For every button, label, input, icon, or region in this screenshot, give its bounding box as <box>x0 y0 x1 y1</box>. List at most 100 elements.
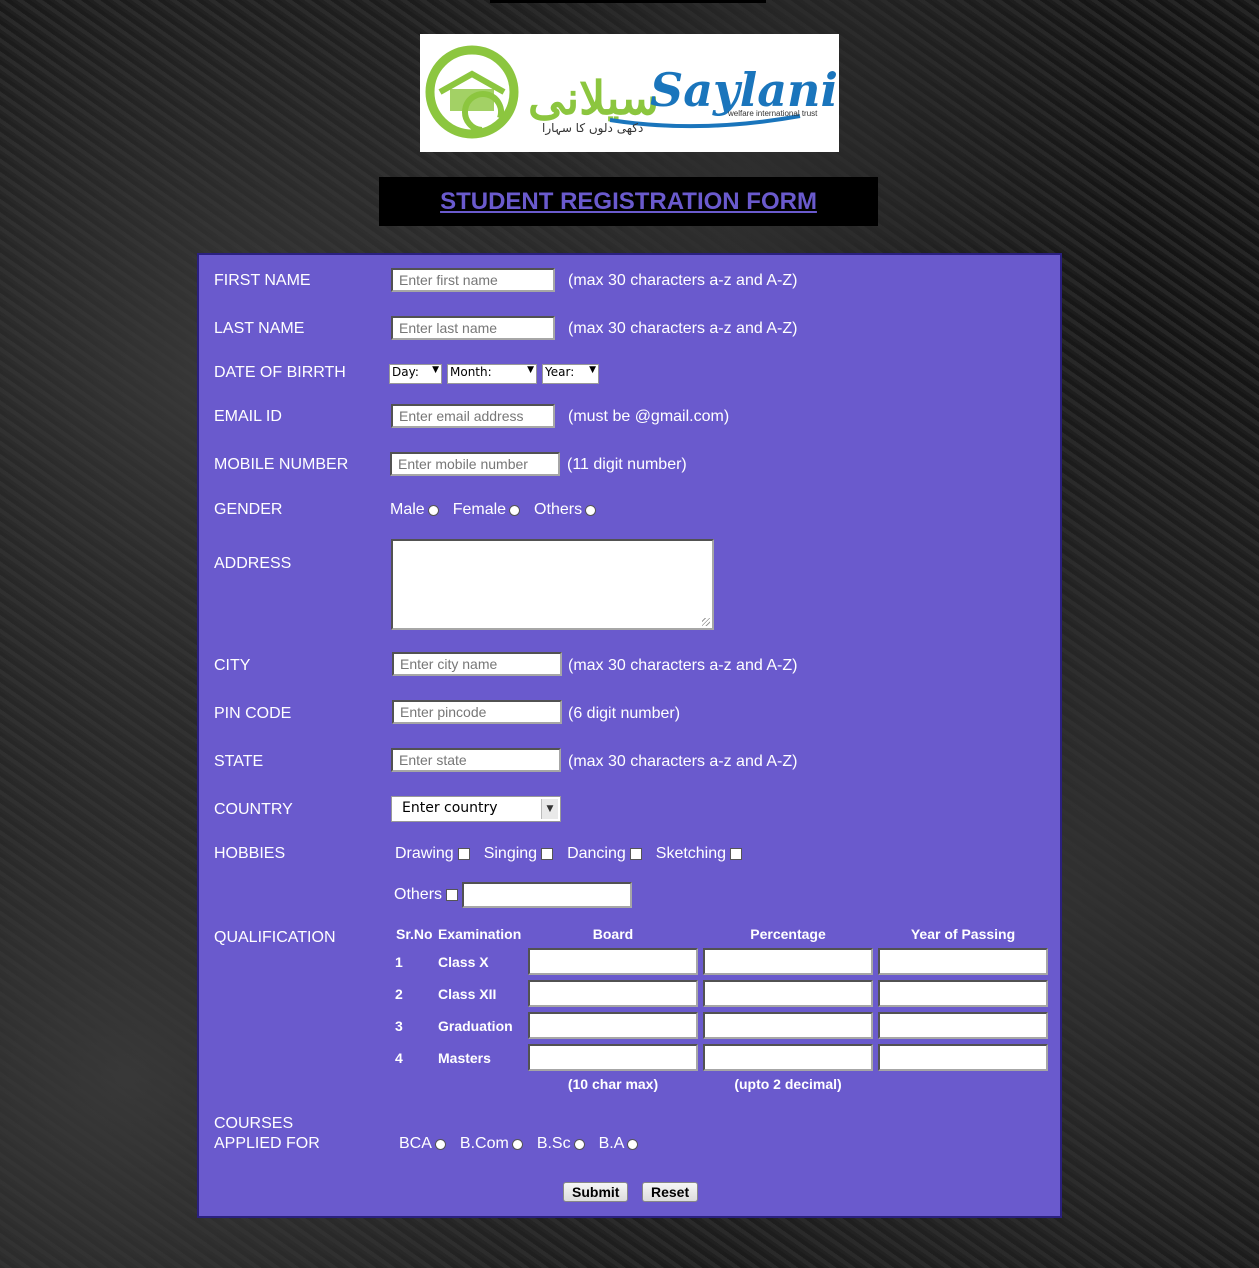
course-bca-label: BCA <box>399 1135 432 1152</box>
state-input[interactable] <box>391 748 561 772</box>
qual-header-srno: Sr.No <box>396 926 433 942</box>
year-select-value: Year: <box>545 365 575 379</box>
qual-row-1-sr: 1 <box>395 954 403 970</box>
qual-row-2-sr: 2 <box>395 986 403 1002</box>
hobby-dancing[interactable]: Dancing <box>567 845 642 863</box>
qual-row-3-exam: Graduation <box>438 1018 513 1034</box>
pincode-input[interactable] <box>392 700 562 724</box>
courses-label-line1: COURSES <box>214 1115 294 1132</box>
day-select[interactable]: Day: ▼ <box>389 364 442 384</box>
course-bsc-radio[interactable] <box>573 1138 585 1150</box>
city-input[interactable] <box>392 652 562 676</box>
qual-row-4-year[interactable] <box>878 1044 1048 1071</box>
first-name-hint: (max 30 characters a-z and A-Z) <box>568 272 798 289</box>
qual-row-2-percentage[interactable] <box>703 980 873 1007</box>
submit-button[interactable]: Submit <box>563 1182 629 1202</box>
course-bsc[interactable]: B.Sc <box>537 1135 585 1153</box>
svg-text:دکھی دلوں کا سہارا: دکھی دلوں کا سہارا <box>542 121 643 136</box>
qual-row-3-percentage[interactable] <box>703 1012 873 1039</box>
svg-text:welfare international trust: welfare international trust <box>727 109 818 118</box>
hobby-others[interactable]: Others <box>394 886 459 904</box>
month-select[interactable]: Month: ▼ <box>447 364 537 384</box>
qual-row-1-exam: Class X <box>438 954 489 970</box>
course-bsc-label: B.Sc <box>536 1135 571 1152</box>
hobby-sketching[interactable]: Sketching <box>655 845 743 863</box>
pincode-hint: (6 digit number) <box>568 705 681 722</box>
mobile-input[interactable] <box>390 452 560 476</box>
gender-male-label: Male <box>390 501 425 518</box>
reset-button[interactable]: Reset <box>642 1182 699 1202</box>
hobby-singing-checkbox[interactable] <box>541 848 554 860</box>
hobby-singing[interactable]: Singing <box>483 845 554 863</box>
course-bcom-radio[interactable] <box>511 1138 523 1150</box>
dob-label: DATE OF BIRRTH <box>214 364 346 381</box>
qual-row-4-exam: Masters <box>438 1050 491 1066</box>
city-hint: (max 30 characters a-z and A-Z) <box>568 657 798 674</box>
courses-options: BCA B.Com B.Sc B.A <box>399 1135 652 1153</box>
hobby-sketching-label: Sketching <box>655 845 727 862</box>
hobby-drawing-checkbox[interactable] <box>457 848 470 860</box>
course-ba-radio[interactable] <box>627 1138 639 1150</box>
qual-header-percentage: Percentage <box>750 926 826 942</box>
address-textarea[interactable] <box>391 539 714 630</box>
courses-label-line2: APPLIED FOR <box>214 1135 320 1152</box>
mobile-label: MOBILE NUMBER <box>214 456 349 473</box>
city-label: CITY <box>214 657 251 674</box>
course-ba[interactable]: B.A <box>599 1135 639 1153</box>
chevron-down-icon: ▼ <box>527 365 534 375</box>
resize-grip-icon[interactable] <box>702 618 710 626</box>
qual-row-1-year[interactable] <box>878 948 1048 975</box>
hobby-singing-label: Singing <box>483 845 538 862</box>
qual-row-2-board[interactable] <box>528 980 698 1007</box>
last-name-input[interactable] <box>391 316 555 340</box>
year-select[interactable]: Year: ▼ <box>542 364 599 384</box>
hobby-dancing-checkbox[interactable] <box>629 848 642 860</box>
qual-row-4-percentage[interactable] <box>703 1044 873 1071</box>
country-label: COUNTRY <box>214 801 293 818</box>
qual-row-1-board[interactable] <box>528 948 698 975</box>
email-label: EMAIL ID <box>214 408 282 425</box>
gender-male[interactable]: Male <box>390 501 439 519</box>
qual-header-year: Year of Passing <box>910 926 1016 942</box>
hobby-others-input[interactable] <box>462 882 632 908</box>
chevron-down-icon: ▼ <box>589 365 596 375</box>
qual-row-1-percentage[interactable] <box>703 948 873 975</box>
state-label: STATE <box>214 753 264 770</box>
chevron-down-icon[interactable]: ▼ <box>541 799 558 819</box>
course-ba-label: B.A <box>598 1135 625 1152</box>
gender-others-radio[interactable] <box>585 504 597 516</box>
qual-row-3-year[interactable] <box>878 1012 1048 1039</box>
last-name-label: LAST NAME <box>214 320 305 337</box>
address-label: ADDRESS <box>214 555 292 572</box>
last-name-hint: (max 30 characters a-z and A-Z) <box>568 320 798 337</box>
hobby-sketching-checkbox[interactable] <box>730 848 743 860</box>
percentage-note: (upto 2 decimal) <box>734 1076 842 1092</box>
gender-female[interactable]: Female <box>453 501 521 519</box>
email-input[interactable] <box>391 404 555 428</box>
qual-row-4-sr: 4 <box>395 1050 403 1066</box>
qualification-label: QUALIFICATION <box>214 929 336 946</box>
hobby-others-checkbox[interactable] <box>446 889 459 901</box>
course-bca-radio[interactable] <box>434 1138 446 1150</box>
qual-row-4-board[interactable] <box>528 1044 698 1071</box>
qual-row-2-year[interactable] <box>878 980 1048 1007</box>
title-box: STUDENT REGISTRATION FORM <box>379 177 878 226</box>
email-hint: (must be @gmail.com) <box>568 408 730 425</box>
hobby-others-label: Others <box>394 886 443 903</box>
qual-row-3-board[interactable] <box>528 1012 698 1039</box>
gender-male-radio[interactable] <box>427 504 439 516</box>
country-select[interactable]: Enter country ▼ <box>391 796 561 822</box>
gender-others[interactable]: Others <box>534 501 597 519</box>
mobile-hint: (11 digit number) <box>567 456 687 473</box>
first-name-input[interactable] <box>391 268 555 292</box>
course-bcom[interactable]: B.Com <box>460 1135 523 1153</box>
hobbies-label: HOBBIES <box>214 845 286 862</box>
month-select-value: Month: <box>450 365 492 379</box>
qual-row-2-exam: Class XII <box>438 986 497 1002</box>
hobby-dancing-label: Dancing <box>567 845 626 862</box>
gender-label: GENDER <box>214 501 283 518</box>
gender-female-radio[interactable] <box>509 504 521 516</box>
hobby-drawing[interactable]: Drawing <box>395 845 470 863</box>
qual-header-board: Board <box>592 926 634 942</box>
course-bca[interactable]: BCA <box>399 1135 446 1153</box>
